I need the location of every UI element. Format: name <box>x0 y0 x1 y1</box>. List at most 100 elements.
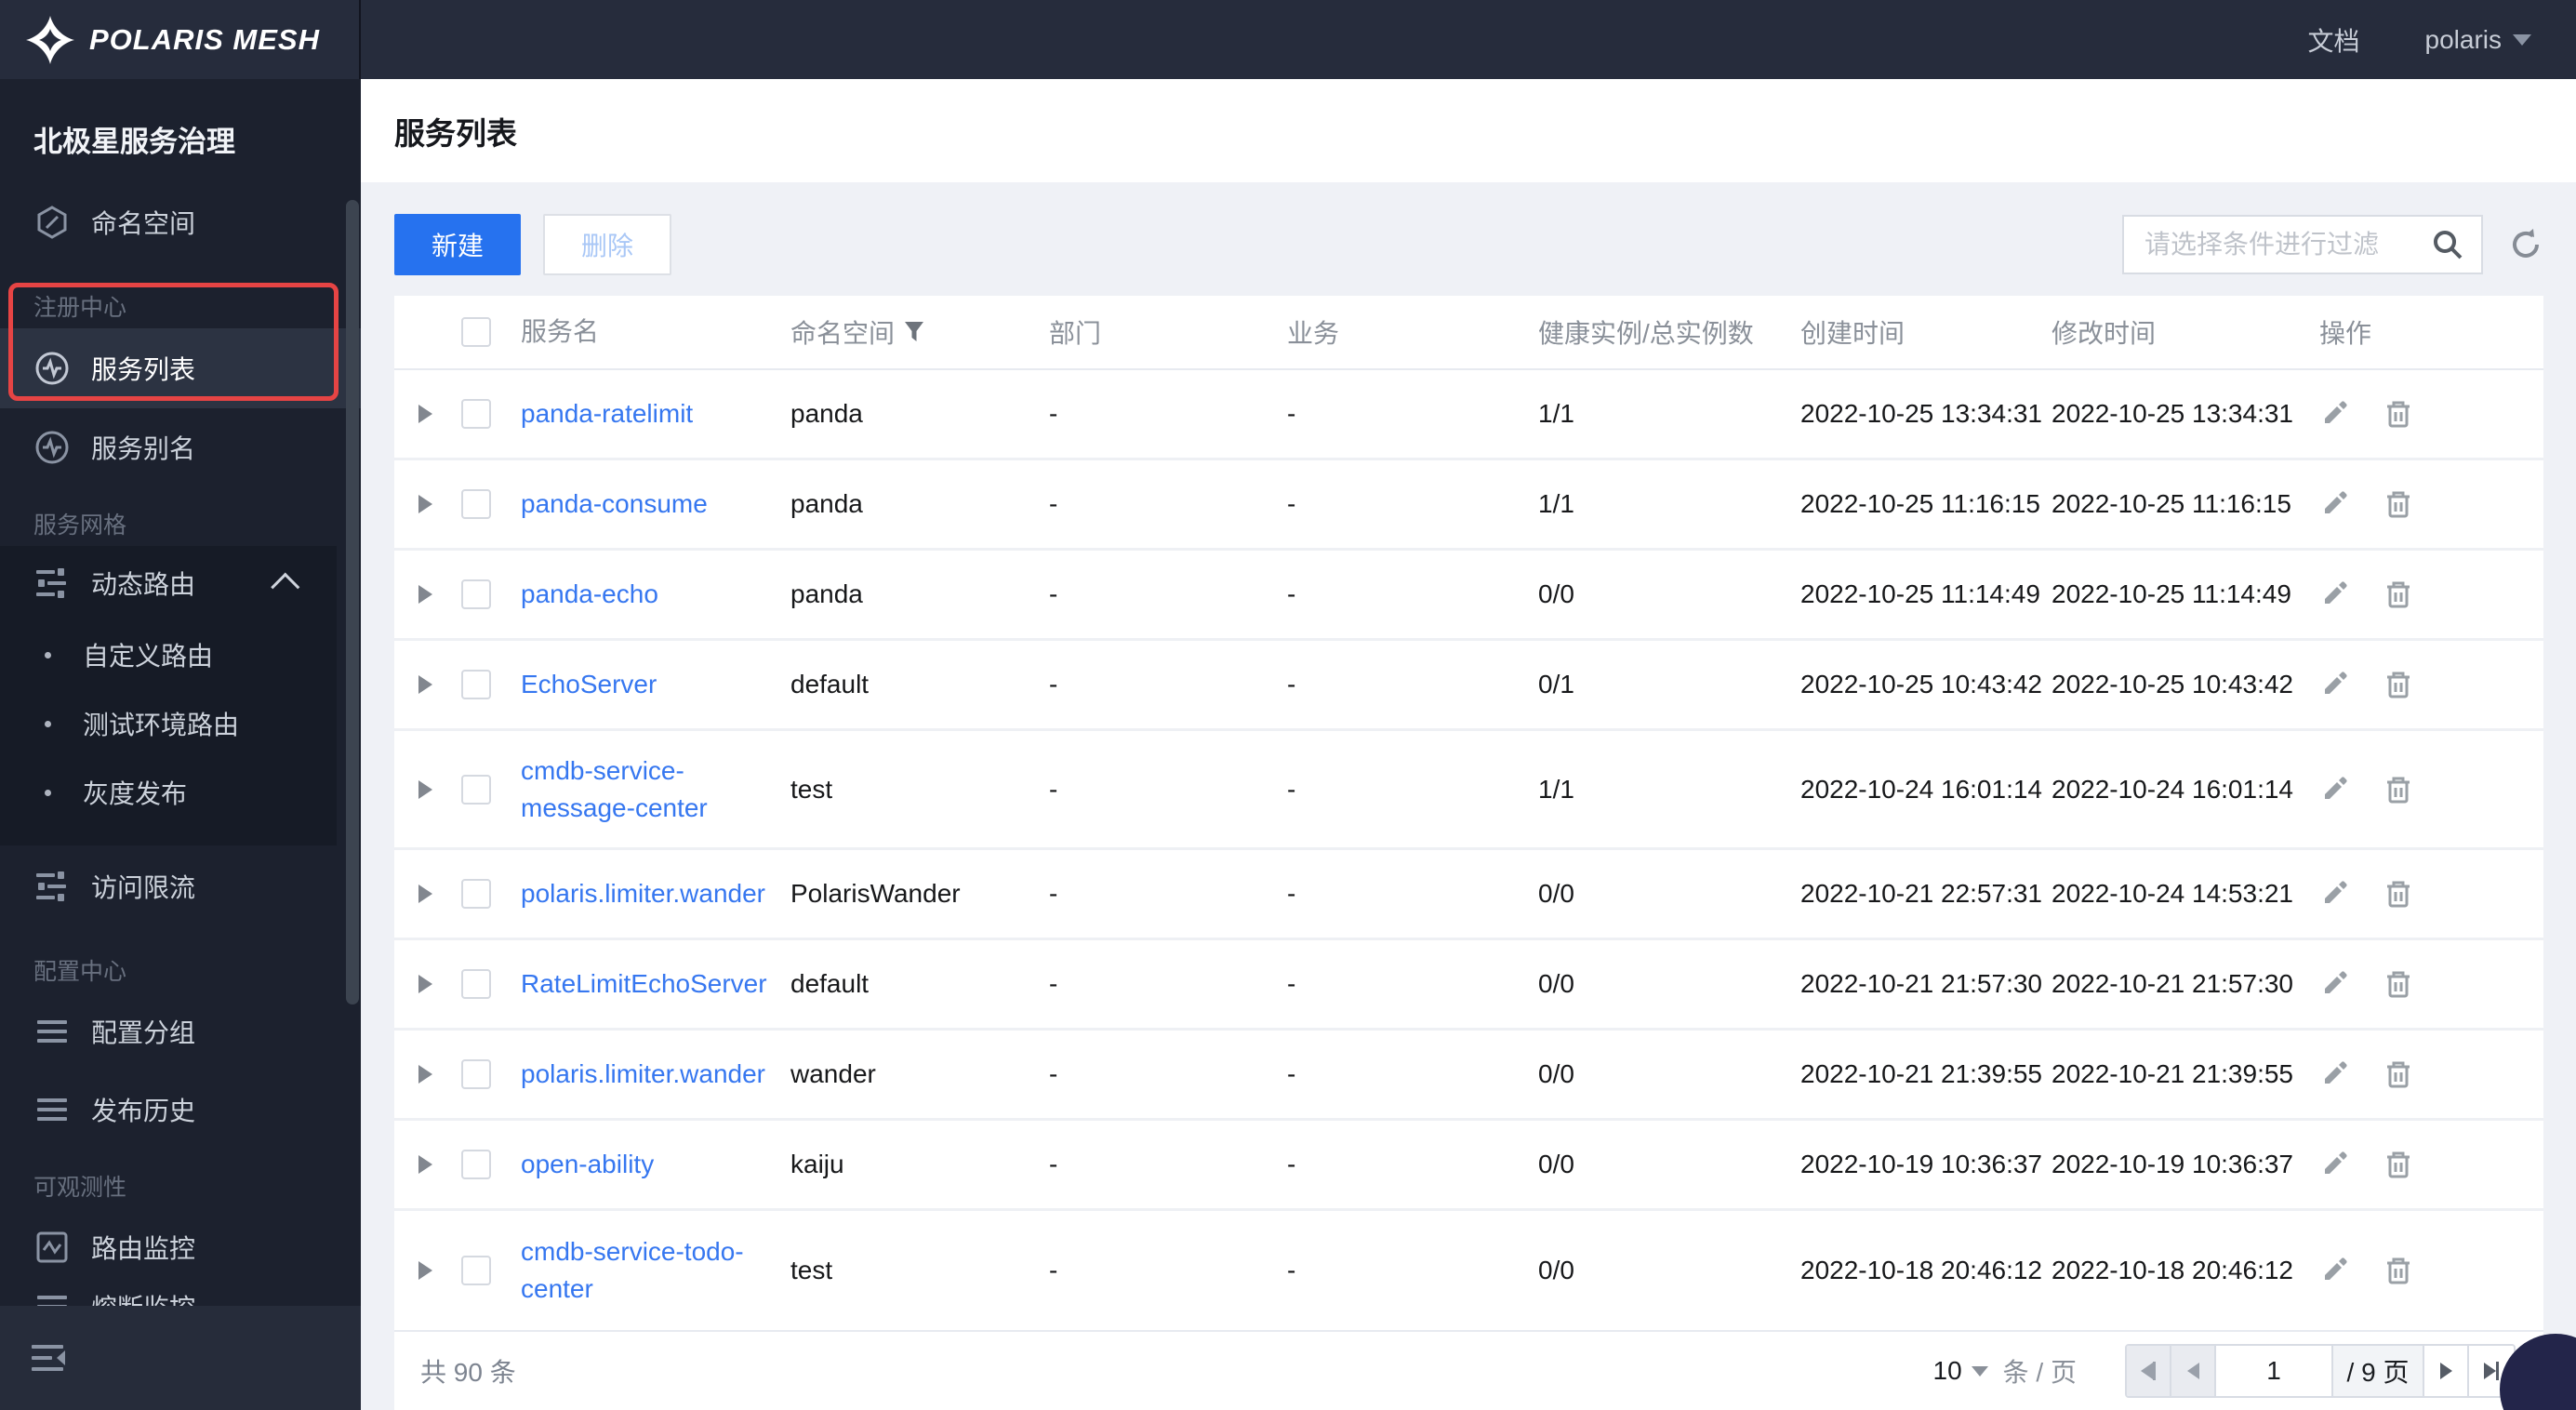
brand-name: POLARIS MESH <box>89 22 320 56</box>
edit-icon[interactable] <box>2319 879 2349 909</box>
row-checkbox[interactable] <box>461 774 491 805</box>
sidebar-item-config-group[interactable]: 配置分组 <box>0 992 361 1071</box>
sidebar-item-namespace[interactable]: 命名空间 <box>0 183 361 261</box>
sidebar-group-config: 配置中心 <box>33 959 127 985</box>
page-size-select[interactable]: 10 <box>1933 1356 1988 1386</box>
service-name-link[interactable]: panda-consume <box>521 486 708 523</box>
row-checkbox[interactable] <box>461 1150 491 1179</box>
table-row: panda-ratelimit panda - - 1/1 2022-10-25… <box>394 370 2543 460</box>
collapse-sidebar-icon[interactable] <box>32 1341 73 1375</box>
create-button[interactable]: 新建 <box>394 214 521 275</box>
business-cell: - <box>1287 1059 1296 1088</box>
edit-icon[interactable] <box>2319 489 2349 519</box>
current-page-input[interactable] <box>2216 1346 2331 1396</box>
expand-row-icon[interactable] <box>418 885 432 903</box>
expand-row-icon[interactable] <box>418 1261 432 1280</box>
delete-icon[interactable] <box>2383 968 2414 1000</box>
delete-icon[interactable] <box>2383 1149 2414 1180</box>
row-checkbox[interactable] <box>461 399 491 429</box>
expand-row-icon[interactable] <box>418 585 432 604</box>
prev-page-button[interactable] <box>2171 1346 2216 1396</box>
edit-icon[interactable] <box>2319 1256 2349 1285</box>
edit-icon[interactable] <box>2319 775 2349 805</box>
topbar: POLARIS MESH 文档 polaris <box>0 0 2576 79</box>
delete-icon[interactable] <box>2383 488 2414 520</box>
edit-icon[interactable] <box>2319 969 2349 999</box>
department-cell: - <box>1049 489 1058 518</box>
table-header-row: 服务名 命名空间 部门 业务 健康实例/总实例数 创建时间 修改时间 操作 <box>394 296 2543 370</box>
delete-icon[interactable] <box>2383 878 2414 910</box>
delete-icon[interactable] <box>2383 1058 2414 1090</box>
row-checkbox[interactable] <box>461 1256 491 1285</box>
service-name-link[interactable]: RateLimitEchoServer <box>521 965 767 1003</box>
health-cell: 0/0 <box>1538 879 1574 908</box>
sidebar-subitem-custom-route[interactable]: 自定义路由 <box>0 620 337 689</box>
toolbar: 新建 删除 <box>394 214 2544 275</box>
edit-icon[interactable] <box>2319 579 2349 609</box>
refresh-button[interactable] <box>2507 226 2544 263</box>
service-table: 服务名 命名空间 部门 业务 健康实例/总实例数 创建时间 修改时间 操作 pa… <box>394 296 2543 1410</box>
sidebar-item-dynamic-route[interactable]: 动态路由 <box>0 546 337 620</box>
row-checkbox[interactable] <box>461 1059 491 1089</box>
hexagon-namespace-icon <box>33 204 71 241</box>
delete-icon[interactable] <box>2383 669 2414 700</box>
row-checkbox[interactable] <box>461 670 491 699</box>
first-page-button[interactable] <box>2127 1346 2171 1396</box>
pulse-circle-icon <box>33 429 71 466</box>
delete-icon[interactable] <box>2383 398 2414 430</box>
sidebar-item-label: 命名空间 <box>91 209 196 238</box>
service-name-link[interactable]: polaris.limiter.wander <box>521 1056 765 1093</box>
sidebar-item-service-alias[interactable]: 服务别名 <box>0 408 361 486</box>
monitor-chart-icon <box>33 1229 71 1266</box>
service-name-link[interactable]: polaris.limiter.wander <box>521 875 765 912</box>
select-all-checkbox[interactable] <box>461 317 491 347</box>
sidebar-item-label: 发布历史 <box>91 1097 196 1125</box>
row-checkbox[interactable] <box>461 969 491 999</box>
delete-icon[interactable] <box>2383 579 2414 610</box>
service-name-link[interactable]: panda-ratelimit <box>521 395 693 432</box>
edit-icon[interactable] <box>2319 1059 2349 1089</box>
modified-cell: 2022-10-21 21:39:55 <box>2052 1059 2293 1088</box>
next-page-button[interactable] <box>2424 1346 2469 1396</box>
sidebar-scrollbar[interactable] <box>346 200 359 1004</box>
service-name-link[interactable]: EchoServer <box>521 666 657 703</box>
content-area: 新建 删除 服务名 命名空间 <box>361 182 2576 1410</box>
expand-row-icon[interactable] <box>418 675 432 694</box>
search-icon[interactable] <box>2431 228 2464 261</box>
page-header: 服务列表 <box>361 79 2576 182</box>
page-input-wrap <box>2216 1346 2333 1396</box>
edit-icon[interactable] <box>2319 399 2349 429</box>
filter-funnel-icon[interactable] <box>904 321 924 343</box>
sidebar-subitem-test-env-route[interactable]: 测试环境路由 <box>0 689 337 758</box>
sidebar-subitem-label: 自定义路由 <box>83 642 214 671</box>
service-name-link[interactable]: cmdb-service-message-center <box>521 752 772 827</box>
expand-row-icon[interactable] <box>418 975 432 993</box>
sidebar-item-service-list[interactable]: 服务列表 <box>0 328 361 408</box>
row-checkbox[interactable] <box>461 879 491 909</box>
delete-button[interactable]: 删除 <box>543 214 671 275</box>
expand-row-icon[interactable] <box>418 1155 432 1174</box>
service-name-link[interactable]: panda-echo <box>521 576 658 613</box>
delete-icon[interactable] <box>2383 774 2414 805</box>
expand-row-icon[interactable] <box>418 779 432 799</box>
edit-icon[interactable] <box>2319 1150 2349 1179</box>
expand-row-icon[interactable] <box>418 495 432 513</box>
search-input[interactable] <box>2144 230 2431 259</box>
edit-icon[interactable] <box>2319 670 2349 699</box>
sidebar-group-registry: 注册中心 <box>33 295 127 321</box>
sidebar-subitem-gray-release[interactable]: 灰度发布 <box>0 758 337 827</box>
user-menu[interactable]: polaris <box>2425 25 2531 55</box>
sidebar-item-release-history[interactable]: 发布历史 <box>0 1071 361 1149</box>
service-name-link[interactable]: open-ability <box>521 1146 654 1183</box>
header-namespace: 命名空间 <box>790 313 1049 351</box>
row-checkbox[interactable] <box>461 489 491 519</box>
expand-row-icon[interactable] <box>418 1065 432 1084</box>
health-cell: 0/0 <box>1538 579 1574 608</box>
sidebar-item-rate-limit[interactable]: 访问限流 <box>0 847 361 925</box>
delete-icon[interactable] <box>2383 1255 2414 1286</box>
expand-row-icon[interactable] <box>418 405 432 423</box>
row-checkbox[interactable] <box>461 579 491 609</box>
docs-link[interactable]: 文档 <box>2308 21 2360 59</box>
service-name-link[interactable]: cmdb-service-todo-center <box>521 1233 772 1308</box>
created-cell: 2022-10-25 13:34:31 <box>1800 399 2042 428</box>
